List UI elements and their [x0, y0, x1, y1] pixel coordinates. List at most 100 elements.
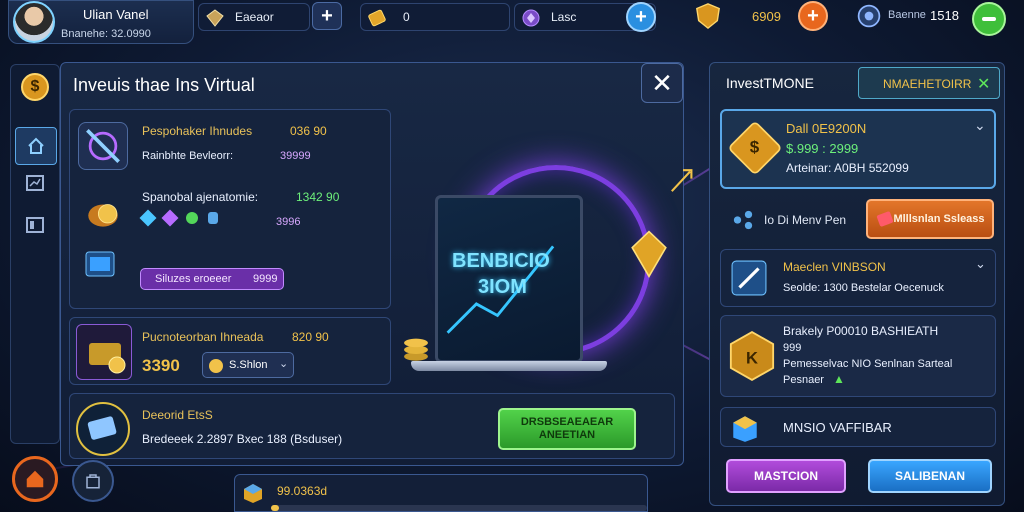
left-action-button[interactable]: MASTCION [726, 459, 846, 493]
list-title: Maeclen VINBSON [783, 260, 886, 274]
share-icon [733, 210, 753, 230]
add-shield-button[interactable]: + [798, 1, 828, 31]
cube-icon [244, 484, 262, 503]
device-icon [85, 251, 115, 277]
list-item[interactable]: Pespohaker Ihnudes 036 90 Rainbhte Bevle… [76, 116, 386, 174]
avatar[interactable] [13, 1, 55, 43]
item-desc: Bredeeek 2.2897 Bxec 188 (Bsduser) [142, 432, 343, 446]
laptop-base [411, 361, 607, 371]
item-name: Spanobal ajenatomie: [142, 190, 259, 204]
gold-bar-icon [368, 9, 386, 27]
coin-stack-icon [404, 338, 428, 361]
list-line2: 999 [783, 342, 802, 354]
badge-label: Siluzes eroeeer [155, 273, 232, 285]
item-sub: Rainbhte Bevleorr: [142, 150, 234, 162]
investment-panel: InvestTMONE NMAEHETOIRR ✕ $ Dall 0E9200N… [709, 62, 1005, 506]
gem-icon [208, 212, 218, 224]
add-gems-button[interactable]: + [312, 2, 342, 30]
chevron-down-icon[interactable]: ⌄ [974, 117, 986, 134]
gem-icon [139, 209, 157, 227]
chart-icon[interactable] [21, 169, 49, 197]
promo-line-1: BENBICIO [452, 250, 550, 272]
energy-menu-button[interactable] [972, 2, 1006, 36]
price-select[interactable]: S.Shlon ⌄ [202, 352, 294, 378]
crystal-icon [522, 9, 540, 27]
crystal-label: Lasc [551, 10, 577, 24]
player-profile[interactable]: Ulian Vanel Bnanehe: 32.0990 [8, 0, 194, 44]
activate-button[interactable]: DRSBSEAEAEAR ANEETIAN [498, 408, 636, 450]
promo-illustration: BENBICIO 3IOM [401, 109, 693, 385]
list-item[interactable]: Spanobal ajenatomie: 1342 90 3996 Siluze… [76, 182, 386, 302]
shield-value: 6909 [752, 9, 781, 24]
items-list: Pespohaker Ihnudes 036 90 Rainbhte Bevle… [69, 109, 391, 309]
list-line4: Pesnaer [783, 374, 824, 386]
player-name: Ulian Vanel [83, 7, 149, 22]
item-value: 820 90 [292, 330, 329, 344]
progress-label: 99.0363d [277, 484, 328, 498]
progress-panel: 99.0363d [234, 474, 648, 512]
item-sub-value: 39999 [280, 150, 311, 162]
item-price: 3390 [142, 356, 180, 375]
package-icon [76, 402, 130, 456]
progress-track [271, 505, 647, 511]
gem-row [139, 209, 242, 228]
arrow-up-icon: ▲ [833, 372, 845, 386]
featured-value: $.999 : 2999 [786, 141, 859, 156]
left-action-label: MASTCION [754, 469, 818, 483]
card-icon[interactable] [21, 211, 49, 239]
gold-value: 0 [403, 10, 410, 24]
item-value: 036 90 [290, 124, 327, 138]
energy-icon [857, 4, 881, 28]
chevron-down-icon[interactable]: ⌄ [975, 256, 986, 272]
tab-label: NMAEHETOIRR [883, 77, 972, 91]
featured-sub: Arteinar: A0BH 552099 [786, 161, 909, 175]
close-button[interactable]: ✕ [641, 63, 683, 103]
coin-stack-icon [88, 204, 118, 227]
edit-icon [731, 260, 767, 296]
badge-value: 9999 [253, 273, 278, 285]
shield-icon [696, 3, 720, 30]
treasure-icon [76, 324, 132, 380]
list-item[interactable]: Pucnoteorban Ihneada 820 90 3390 S.Shlon… [69, 317, 391, 385]
item-name: Pucnoteorban Ihneada [142, 330, 264, 344]
home-button[interactable] [12, 456, 58, 502]
panel-title: InvestTMONE [726, 75, 814, 91]
arrow-up-icon [671, 169, 693, 192]
home-icon [26, 470, 44, 488]
list-item[interactable]: K Brakely P00010 BASHIEATH 999 Pemesselv… [720, 315, 996, 397]
energy-value: 1518 [930, 8, 959, 23]
list-item[interactable]: Deeorid EtsS Bredeeek 2.2897 Bxec 188 (B… [69, 393, 675, 459]
dollar-icon: $ [727, 120, 783, 176]
coin-icon [209, 359, 223, 373]
svg-text:K: K [746, 348, 758, 367]
add-crystal-button[interactable]: + [626, 2, 656, 32]
inventory-button[interactable] [72, 460, 114, 502]
tab-nmae[interactable]: NMAEHETOIRR ✕ [858, 67, 1000, 99]
top-bar: Ulian Vanel Bnanehe: 32.0990 Eaeaor + 0 … [0, 0, 1024, 46]
home-icon[interactable] [15, 127, 57, 165]
list-item[interactable]: MNSIO VAFFIBAR [720, 407, 996, 447]
item-name: Pespohaker Ihnudes [142, 124, 253, 138]
gold-resource: 0 [360, 3, 510, 31]
player-subtitle: Bnanehe: 32.0990 [61, 28, 151, 40]
badge-icon: K [729, 331, 775, 381]
minus-icon [982, 17, 996, 21]
right-action-button[interactable]: SALIBENAN [868, 459, 992, 493]
chevron-down-icon: ⌄ [279, 358, 289, 370]
featured-investment[interactable]: $ Dall 0E9200N $.999 : 2999 Arteinar: A0… [720, 109, 996, 189]
item-name: Deeorid EtsS [142, 408, 213, 422]
mission-button[interactable]: Mlllsnlan Ssleass [866, 199, 994, 239]
item-value: 1342 90 [296, 190, 340, 204]
gem-icon [631, 230, 667, 278]
gem-icon [161, 209, 179, 227]
invest-dialog: Inveuis thae Ins Virtual ✕ Pespohaker Ih… [60, 62, 693, 466]
list-item[interactable]: Maeclen VINBSON Seolde: 1300 Bestelar Oe… [720, 249, 996, 307]
promo-line-2: 3IOM [478, 276, 527, 298]
laptop-screen: BENBICIO 3IOM [435, 195, 583, 363]
gems-label: Eaeaor [235, 10, 274, 24]
dollar-icon[interactable]: $ [21, 73, 49, 101]
list-title: MNSIO VAFFIBAR [783, 420, 892, 435]
activate-label: DRSBSEAEAEAR ANEETIAN [520, 416, 614, 441]
cube-icon [733, 416, 757, 442]
close-icon[interactable]: ✕ [977, 74, 990, 94]
